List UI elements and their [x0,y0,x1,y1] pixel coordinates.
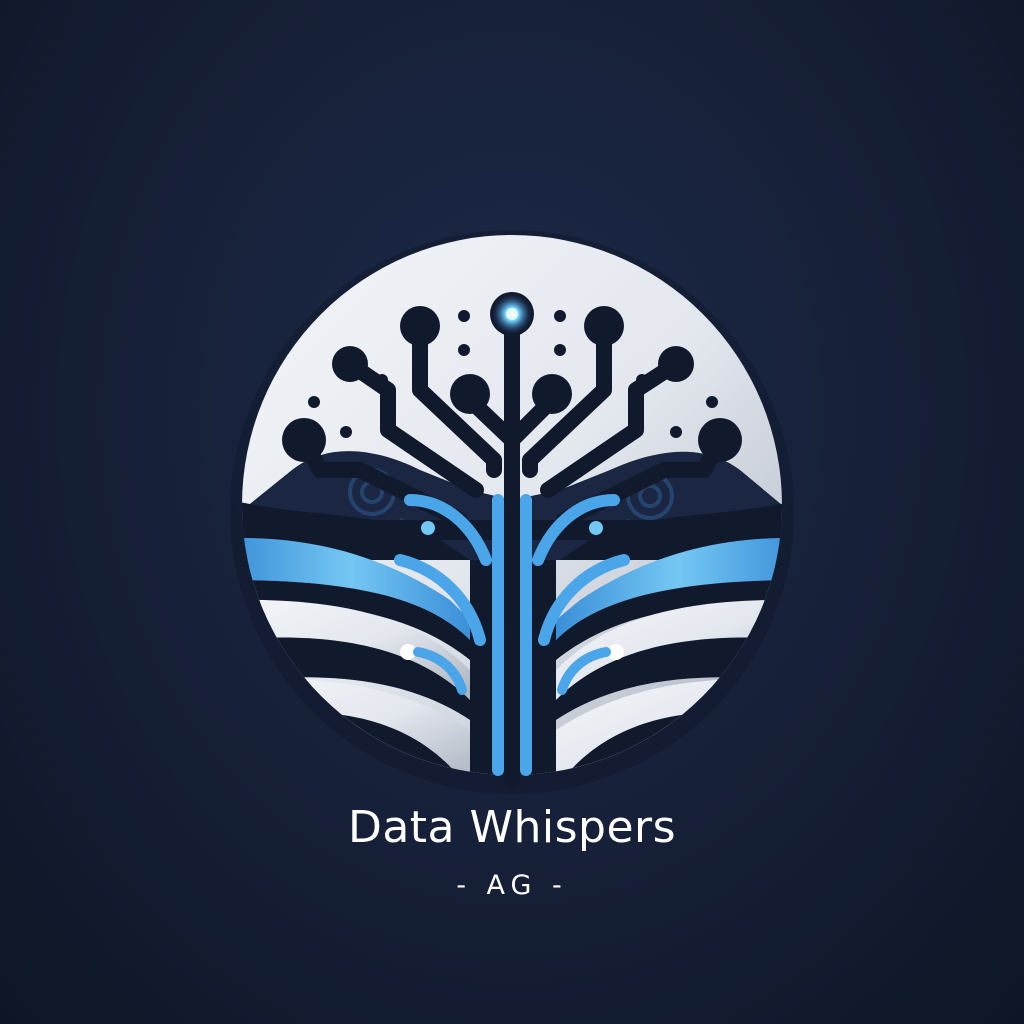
brand-subtitle: - AG - [456,870,568,901]
brand-name: Data Whispers [347,802,677,853]
